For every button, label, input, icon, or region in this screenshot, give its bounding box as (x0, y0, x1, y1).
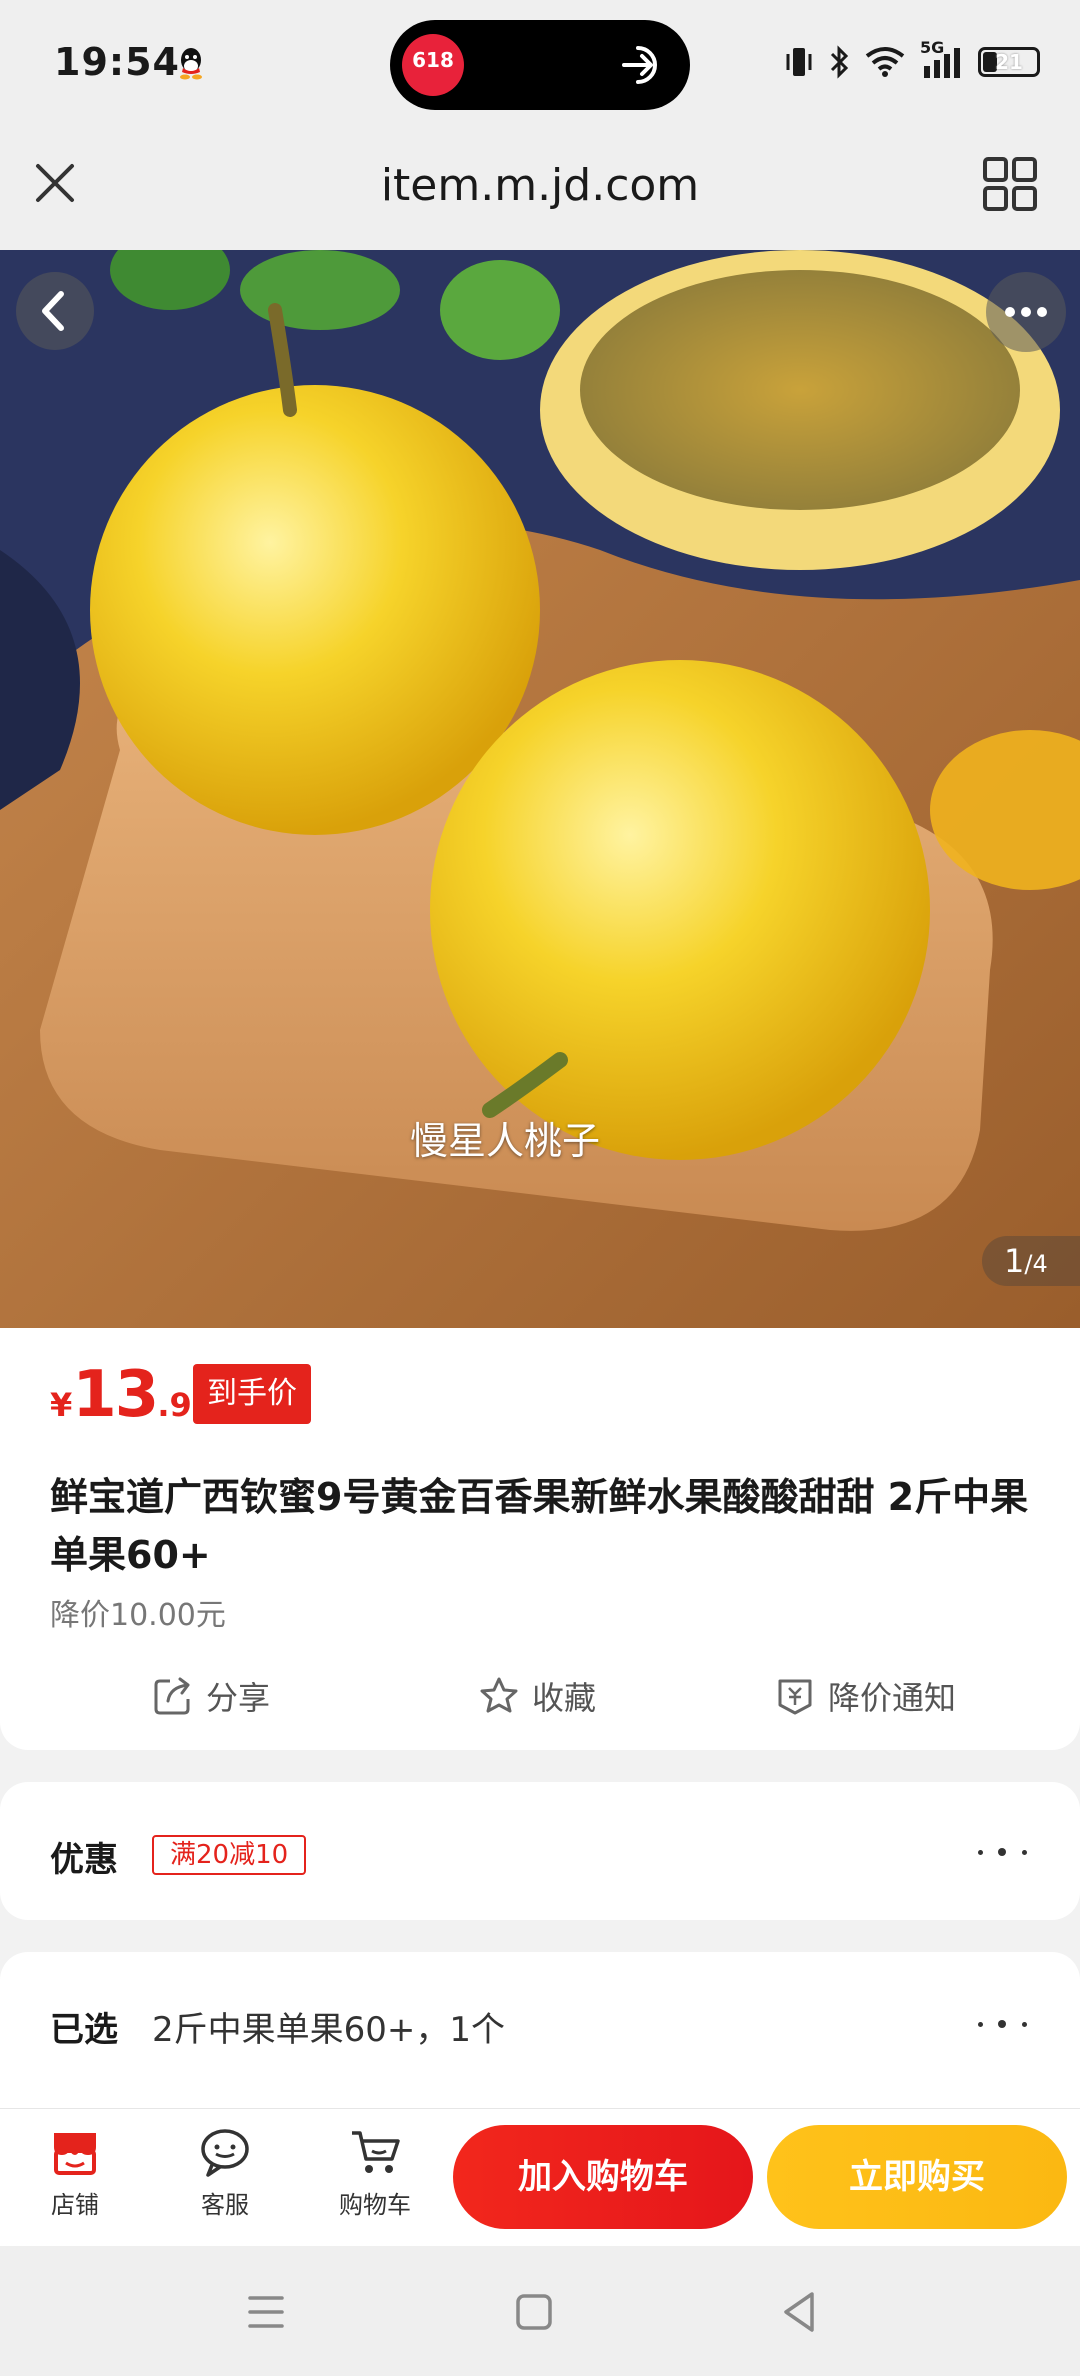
share-label: 分享 (206, 1679, 271, 1717)
url-text[interactable]: item.m.jd.com (0, 160, 1080, 211)
product-info-card: ¥13.90 到手价 鲜宝道广西钦蜜9号黄金百香果新鲜水果酸酸甜甜 2斤中果单果… (0, 1328, 1080, 1750)
share-icon (154, 1677, 190, 1715)
more-dots-icon[interactable] (978, 2018, 1030, 2030)
product-image-gallery[interactable] (0, 250, 1080, 1328)
customer-service-icon (201, 2129, 249, 2177)
cellular-signal: 5G (920, 38, 964, 80)
qq-icon (180, 48, 202, 80)
dynamic-island[interactable]: 618 (390, 20, 690, 110)
price-integer: 13 (72, 1358, 159, 1432)
more-icon[interactable] (986, 272, 1066, 352)
cart-icon (352, 2131, 400, 2173)
product-price: ¥13.90 (50, 1358, 214, 1432)
pill-app-label: 618 (412, 48, 454, 72)
cart-tab[interactable]: 购物车 (320, 2117, 430, 2237)
product-title: 鲜宝道广西钦蜜9号黄金百香果新鲜水果酸酸甜甜 2斤中果单果60+ (50, 1475, 1029, 1577)
back-nav-icon[interactable] (772, 2284, 828, 2340)
cart-label: 购物车 (339, 2191, 411, 2219)
favorite-button[interactable]: 收藏 (478, 1666, 596, 1726)
coupon-label: 优惠 (50, 1840, 118, 1880)
service-label: 客服 (201, 2191, 249, 2219)
price-alert-button[interactable]: 降价通知 (774, 1666, 956, 1726)
price-alert-icon (778, 1679, 812, 1715)
star-icon (480, 1677, 518, 1713)
favorite-label: 收藏 (532, 1679, 597, 1717)
vibrate-icon (786, 48, 812, 76)
status-time: 19:54 (54, 40, 180, 84)
status-bar: 19:54 618 5G 21 (0, 0, 1080, 128)
battery-icon: 21 (978, 47, 1040, 77)
selected-spec-row[interactable]: 已选 2斤中果单果60+，1个 (0, 1952, 1080, 2112)
pager-current: 1 (1004, 1242, 1025, 1280)
system-nav-bar (0, 2246, 1080, 2376)
bluetooth-icon (830, 45, 849, 79)
coupon-row[interactable]: 优惠 满20减10 (0, 1782, 1080, 1920)
pager-total: /4 (1024, 1250, 1048, 1278)
status-indicators: 5G 21 (784, 38, 1040, 82)
price-drop-text: 降价10.00元 (50, 1598, 226, 1633)
selected-label: 已选 (50, 2010, 118, 2050)
selected-value: 2斤中果单果60+，1个 (152, 2010, 506, 2050)
final-price-badge: 到手价 (193, 1364, 311, 1424)
menu-icon[interactable] (238, 2284, 294, 2340)
image-watermark: 慢星人桃子 (409, 1119, 600, 1163)
share-button[interactable]: 分享 (152, 1666, 270, 1726)
product-photo (0, 250, 1080, 1328)
coupon-tag[interactable]: 满20减10 (152, 1835, 307, 1875)
more-dots-icon[interactable] (978, 1846, 1030, 1858)
signal-icon (924, 48, 960, 78)
bottom-action-bar: 店铺 客服 购物车 加入购物车 立即购买 (0, 2108, 1080, 2246)
product-actions: 分享 收藏 降价通知 (0, 1666, 1080, 1726)
store-icon (54, 2133, 96, 2175)
add-to-cart-button[interactable]: 加入购物车 (453, 2125, 753, 2229)
price-alert-label: 降价通知 (828, 1679, 957, 1717)
wifi-icon (865, 47, 905, 77)
browser-url-bar: item.m.jd.com (0, 128, 1080, 250)
jd-618-app-icon[interactable]: 618 (402, 34, 464, 96)
service-tab[interactable]: 客服 (170, 2117, 280, 2237)
store-tab[interactable]: 店铺 (20, 2117, 130, 2237)
buy-now-button[interactable]: 立即购买 (767, 2125, 1067, 2229)
price-currency: ¥ (50, 1386, 73, 1424)
gallery-pager: 1/4 (982, 1236, 1080, 1286)
grid-icon[interactable] (982, 156, 1038, 212)
battery-level: 21 (995, 50, 1023, 74)
store-label: 店铺 (51, 2191, 99, 2219)
back-icon[interactable] (16, 272, 94, 350)
login-arrow-icon[interactable] (618, 40, 668, 90)
home-icon[interactable] (506, 2284, 562, 2340)
